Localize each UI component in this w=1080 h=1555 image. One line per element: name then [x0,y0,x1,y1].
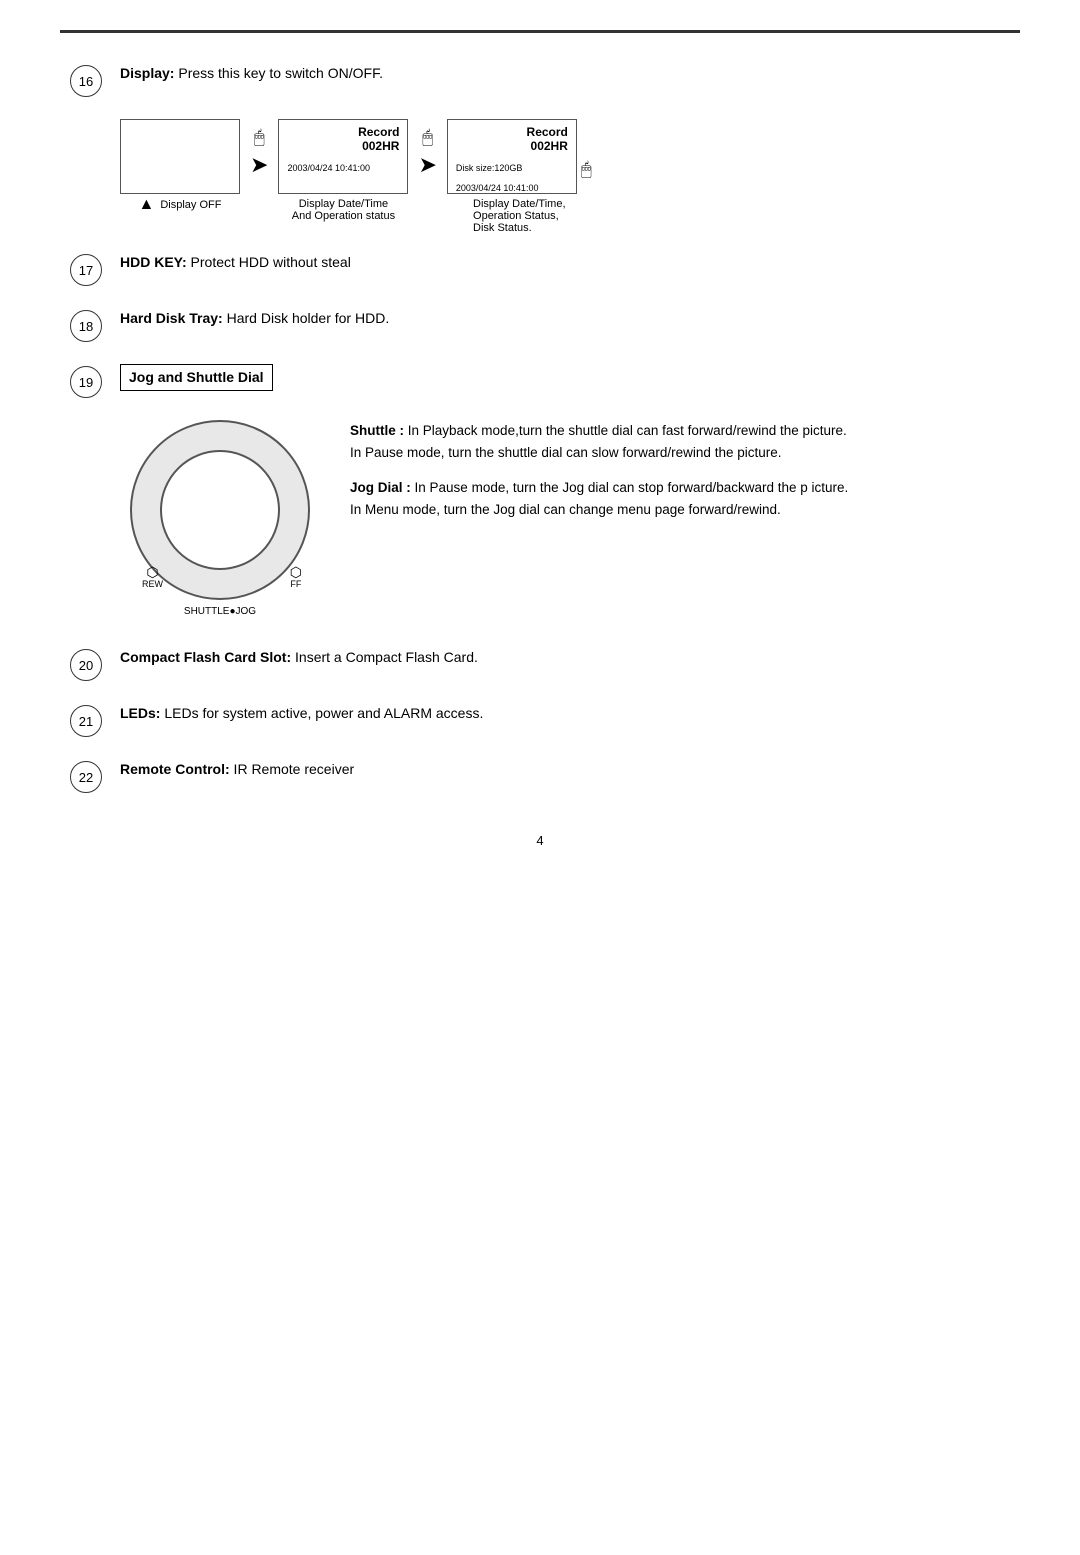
item-17-bold: HDD KEY: [120,254,187,270]
record-box1-wrap: Record 002HR 2003/04/24 10:41:00 Display… [278,119,408,222]
item-22-rest: IR Remote receiver [230,761,354,777]
jog-text-content: In Pause mode, turn the Jog dial can sto… [350,480,848,517]
display-diagram: ▲ Display OFF 🖱 ➤ Record 002HR 2003/04/2… [120,119,1010,234]
item-21: 21 LEDs: LEDs for system active, power a… [70,703,1010,737]
jog-section: ⬡ REW ⬡ FF SHUTTLE●JOG Shuttle : In Play… [120,420,1010,617]
item-16: 16 Display: Press this key to switch ON/… [70,63,1010,97]
display-off-wrap: ▲ Display OFF [120,119,240,214]
inner-circle [160,450,280,570]
item-22-text: Remote Control: IR Remote receiver [120,759,1010,780]
record-cap1: Display Date/Time And Operation status [292,198,395,222]
record-sub1: 002HR [287,139,399,153]
arrow2-group: 🖱 ➤ [418,127,436,178]
shuttle-text: In Playback mode,turn the shuttle dial c… [350,423,847,460]
record-title1: Record [287,125,399,139]
record-disk: Disk size:120GB [456,163,568,173]
rew-label: ⬡ REW [142,565,163,590]
item-18: 18 Hard Disk Tray: Hard Disk holder for … [70,308,1010,342]
page-number: 4 [70,833,1010,878]
item-16-bold: Display: [120,65,174,81]
shuttle-desc: Shuttle : In Playback mode,turn the shut… [350,420,1010,463]
record-box1: Record 002HR 2003/04/24 10:41:00 [278,119,408,194]
item-18-rest: Hard Disk holder for HDD. [223,310,390,326]
display-off-text: Display OFF [160,199,221,211]
item-21-bold: LEDs: [120,705,160,721]
item-17-text: HDD KEY: Protect HDD without steal [120,252,1010,273]
item-20-rest: Insert a Compact Flash Card. [291,649,478,665]
record-date1: 2003/04/24 10:41:00 [287,163,399,173]
item-19-text: Jog and Shuttle Dial [120,364,1010,391]
item-num-22: 22 [70,761,102,793]
record-cap2: Display Date/Time, Operation Status, Dis… [473,198,566,234]
item-20: 20 Compact Flash Card Slot: Insert a Com… [70,647,1010,681]
item-num-19: 19 [70,366,102,398]
record-box2: Record 002HR Disk size:120GB 2003/04/24 … [447,119,577,194]
shuttle-term: Shuttle : [350,423,404,438]
item-num-16: 16 [70,65,102,97]
arrow1-group: 🖱 ➤ [250,127,268,178]
item-num-21: 21 [70,705,102,737]
record-box2-wrap: Record 002HR Disk size:120GB 2003/04/24 … [447,119,592,234]
item-16-text: Display: Press this key to switch ON/OFF… [120,63,1010,84]
record-title2: Record [456,125,568,139]
jog-shuttle-label: Jog and Shuttle Dial [120,364,273,391]
item-21-text: LEDs: LEDs for system active, power and … [120,703,1010,724]
ff-label: ⬡ FF [290,565,302,590]
jog-dial-image: ⬡ REW ⬡ FF [130,420,310,600]
item-16-rest: Press this key to switch ON/OFF. [174,65,383,81]
item-17: 17 HDD KEY: Protect HDD without steal [70,252,1010,286]
display-off-label: ▲ Display OFF [139,196,222,214]
main-content: 16 Display: Press this key to switch ON/… [70,33,1010,878]
jog-description: Shuttle : In Playback mode,turn the shut… [350,420,1010,534]
item-21-rest: LEDs for system active, power and ALARM … [160,705,483,721]
record-date2: 2003/04/24 10:41:00 [456,183,568,193]
display-off-box [120,119,240,194]
item-20-text: Compact Flash Card Slot: Insert a Compac… [120,647,1010,668]
item-20-bold: Compact Flash Card Slot: [120,649,291,665]
item-num-18: 18 [70,310,102,342]
item-18-bold: Hard Disk Tray: [120,310,223,326]
item-num-20: 20 [70,649,102,681]
item-num-17: 17 [70,254,102,286]
item-18-text: Hard Disk Tray: Hard Disk holder for HDD… [120,308,1010,329]
dial-bottom-label: SHUTTLE●JOG [120,606,320,617]
item-17-rest: Protect HDD without steal [187,254,351,270]
jog-term: Jog Dial : [350,480,411,495]
item-19: 19 Jog and Shuttle Dial [70,364,1010,398]
item-22: 22 Remote Control: IR Remote receiver [70,759,1010,793]
item-22-bold: Remote Control: [120,761,230,777]
jog-desc: Jog Dial : In Pause mode, turn the Jog d… [350,477,1010,520]
jog-dial-wrap: ⬡ REW ⬡ FF SHUTTLE●JOG [120,420,320,617]
record-sub2: 002HR [456,139,568,153]
